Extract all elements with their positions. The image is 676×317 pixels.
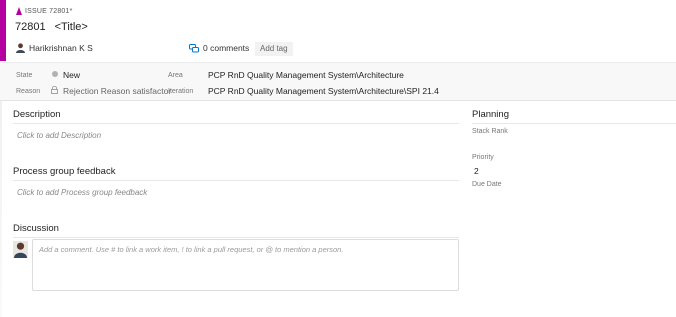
description-divider — [13, 123, 459, 124]
area-value[interactable]: PCP RnD Quality Management System\Archit… — [208, 70, 404, 80]
planning-title: Planning — [472, 109, 509, 120]
stack-rank-label: Stack Rank — [472, 128, 508, 135]
process-feedback-divider — [13, 180, 459, 181]
assignee-name: Harikrishnan K S — [29, 43, 93, 53]
process-feedback-title: Process group feedback — [13, 166, 116, 177]
planning-divider — [472, 123, 676, 124]
work-item-type-label: ISSUE 72801* — [25, 7, 73, 15]
fields-panel: State New Reason Rejection Reason satisf… — [0, 62, 676, 101]
bug-icon — [16, 7, 22, 15]
lock-icon — [51, 86, 58, 94]
priority-label: Priority — [472, 154, 494, 161]
left-divider — [0, 101, 2, 317]
avatar — [13, 241, 28, 258]
add-tag-button[interactable]: Add tag — [255, 42, 293, 56]
work-item-id: 72801 — [15, 21, 46, 33]
reason-label: Reason — [16, 88, 41, 95]
priority-value[interactable]: 2 — [474, 166, 479, 176]
avatar — [16, 43, 25, 53]
comments-count: 0 comments — [203, 43, 250, 53]
discussion-comment-input[interactable]: Add a comment. Use # to link a work item… — [32, 239, 459, 291]
due-date-label: Due Date — [472, 181, 502, 188]
area-label: Area — [168, 72, 183, 79]
state-value[interactable]: New — [63, 70, 80, 80]
assignee-picker[interactable]: Harikrishnan K S — [16, 43, 93, 53]
discussion-title: Discussion — [13, 223, 59, 234]
description-title: Description — [13, 109, 61, 120]
discussion-placeholder: Add a comment. Use # to link a work item… — [39, 245, 344, 254]
state-label: State — [16, 72, 33, 79]
process-feedback-editor[interactable]: Click to add Process group feedback — [17, 188, 147, 197]
description-editor[interactable]: Click to add Description — [17, 131, 101, 140]
comments-link[interactable]: 0 comments — [189, 43, 249, 53]
discussion-divider — [13, 237, 459, 238]
iteration-label: Iteration — [168, 88, 194, 95]
work-item-type: ISSUE 72801* — [16, 7, 73, 15]
iteration-value[interactable]: PCP RnD Quality Management System\Archit… — [208, 86, 439, 96]
state-indicator — [52, 71, 58, 77]
work-item-title[interactable]: <Title> — [55, 21, 88, 33]
work-item-header: ISSUE 72801* 72801 <Title> Harikrishnan … — [6, 0, 676, 61]
work-item-title-row[interactable]: 72801 <Title> — [15, 21, 88, 33]
comment-icon — [189, 43, 199, 52]
reason-value: Rejection Reason satisfactor — [63, 86, 172, 96]
